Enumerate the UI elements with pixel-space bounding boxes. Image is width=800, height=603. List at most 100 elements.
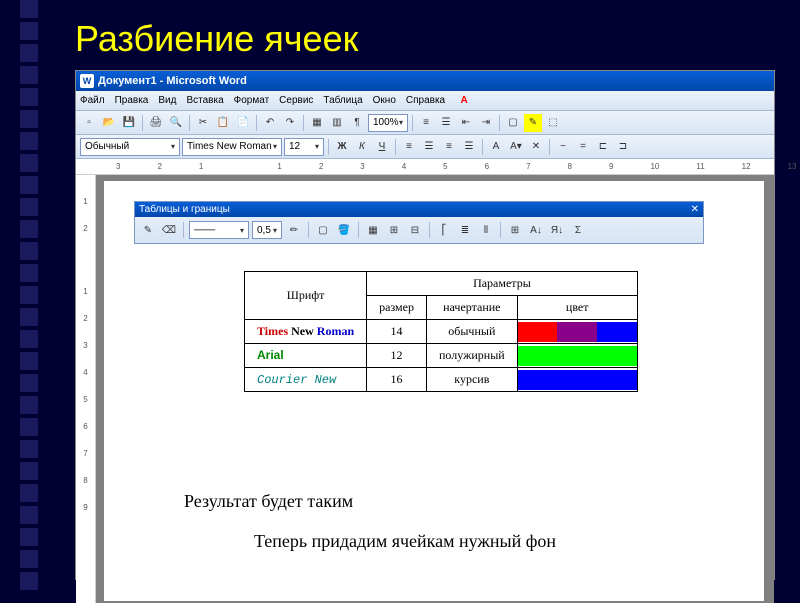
menu-table[interactable]: Таблица: [323, 95, 362, 106]
font-name-courier: Courier New: [257, 373, 336, 387]
close-icon[interactable]: ✕: [691, 204, 699, 215]
menu-format[interactable]: Формат: [234, 95, 270, 106]
header-color: цвет: [517, 296, 637, 320]
paste-icon[interactable]: 📄: [234, 114, 252, 132]
align-center-icon[interactable]: ☰: [420, 138, 438, 156]
cell-color: [517, 320, 637, 344]
font-color-icon[interactable]: A: [455, 92, 473, 110]
style-a2-icon[interactable]: A▾: [507, 138, 525, 156]
distribute-rows-icon[interactable]: ≣: [456, 221, 474, 239]
cell-size: 16: [367, 368, 427, 392]
tool-x-icon[interactable]: ✕: [527, 138, 545, 156]
print-icon[interactable]: 🖨: [147, 114, 165, 132]
list-num-icon[interactable]: ☰: [437, 114, 455, 132]
caption-background: Теперь придадим ячейкам нужный фон: [254, 531, 556, 552]
sort-desc-icon[interactable]: Я↓: [548, 221, 566, 239]
zoom-dropdown[interactable]: 100%: [368, 114, 408, 132]
align-right-icon[interactable]: ≡: [440, 138, 458, 156]
draw-table-icon[interactable]: ✎: [139, 221, 157, 239]
font-name-tnr: Times New Roman: [257, 324, 354, 338]
new-icon[interactable]: ▫: [80, 114, 98, 132]
menu-edit[interactable]: Правка: [115, 95, 149, 106]
distribute-cols-icon[interactable]: ⦀: [477, 221, 495, 239]
borders-icon[interactable]: ▢: [504, 114, 522, 132]
titlebar: W Документ1 - Microsoft Word: [76, 71, 774, 91]
header-font: Шрифт: [245, 272, 367, 320]
fill-color-icon[interactable]: 🪣: [335, 221, 353, 239]
cell-color: [517, 344, 637, 368]
header-size: размер: [367, 296, 427, 320]
word-window: W Документ1 - Microsoft Word Файл Правка…: [75, 70, 775, 580]
sort-asc-icon[interactable]: A↓: [527, 221, 545, 239]
table-icon[interactable]: ▦: [308, 114, 326, 132]
standard-toolbar: ▫ 📂 💾 🖨 🔍 ✂ 📋 📄 ↶ ↷ ▦ ▥ ¶ 100% ≡ ☰ ⇤ ⇥ ▢: [76, 111, 774, 135]
header-style: начертание: [426, 296, 517, 320]
bracket-icon[interactable]: ⊏: [594, 138, 612, 156]
cell-color: [517, 368, 637, 392]
formatting-toolbar: Обычный Times New Roman 12 Ж К Ч ≡ ☰ ≡ ☰…: [76, 135, 774, 159]
menu-file[interactable]: Файл: [80, 95, 105, 106]
redo-icon[interactable]: ↷: [281, 114, 299, 132]
save-icon[interactable]: 💾: [120, 114, 138, 132]
align-justify-icon[interactable]: ☰: [460, 138, 478, 156]
minus-icon[interactable]: −: [554, 138, 572, 156]
indent-inc-icon[interactable]: ⇥: [477, 114, 495, 132]
copy-icon[interactable]: 📋: [214, 114, 232, 132]
style-dropdown[interactable]: Обычный: [80, 138, 180, 156]
show-marks-icon[interactable]: ¶: [348, 114, 366, 132]
autoformat-icon[interactable]: ⊞: [506, 221, 524, 239]
line-style-dropdown[interactable]: ───: [189, 221, 249, 239]
bracket2-icon[interactable]: ⊐: [614, 138, 632, 156]
window-title: Документ1 - Microsoft Word: [98, 75, 247, 87]
open-icon[interactable]: 📂: [100, 114, 118, 132]
menu-help[interactable]: Справка: [406, 95, 445, 106]
font-dropdown[interactable]: Times New Roman: [182, 138, 282, 156]
menubar: Файл Правка Вид Вставка Формат Сервис Та…: [76, 91, 774, 111]
border-outer-icon[interactable]: ▢: [314, 221, 332, 239]
align-tl-icon[interactable]: ⎡: [435, 221, 453, 239]
cell-style: обычный: [426, 320, 517, 344]
columns-icon[interactable]: ▥: [328, 114, 346, 132]
size-dropdown[interactable]: 12: [284, 138, 324, 156]
vertical-ruler: 12123456789: [76, 175, 96, 603]
header-params: Параметры: [367, 272, 638, 296]
pen-color-icon[interactable]: ✏: [285, 221, 303, 239]
menu-insert[interactable]: Вставка: [186, 95, 223, 106]
tables-borders-title: Таблицы и границы: [139, 204, 230, 215]
eraser-icon[interactable]: ⌫: [160, 221, 178, 239]
merge-cells-icon[interactable]: ⊞: [385, 221, 403, 239]
cut-icon[interactable]: ✂: [194, 114, 212, 132]
table-row: Arial 12 полужирный: [245, 344, 638, 368]
cell-size: 12: [367, 344, 427, 368]
bold-icon[interactable]: Ж: [333, 138, 351, 156]
style-a-icon[interactable]: A: [487, 138, 505, 156]
example-table: Шрифт Параметры размер начертание цвет T…: [244, 271, 638, 392]
tables-borders-toolbar[interactable]: Таблицы и границы ✕ ✎ ⌫ ─── 0,5 ✏ ▢ 🪣: [134, 201, 704, 244]
cell-style: курсив: [426, 368, 517, 392]
highlight-icon[interactable]: ✎: [524, 114, 542, 132]
line-width-dropdown[interactable]: 0,5: [252, 221, 282, 239]
caption-result: Результат будет таким: [184, 491, 353, 512]
list-bullet-icon[interactable]: ≡: [417, 114, 435, 132]
menu-tools[interactable]: Сервис: [279, 95, 313, 106]
equals-icon[interactable]: =: [574, 138, 592, 156]
menu-window[interactable]: Окно: [373, 95, 396, 106]
slide-title: Разбиение ячеек: [75, 18, 358, 60]
align-left-icon[interactable]: ≡: [400, 138, 418, 156]
preview-icon[interactable]: 🔍: [167, 114, 185, 132]
indent-dec-icon[interactable]: ⇤: [457, 114, 475, 132]
undo-icon[interactable]: ↶: [261, 114, 279, 132]
document-page: Таблицы и границы ✕ ✎ ⌫ ─── 0,5 ✏ ▢ 🪣: [104, 181, 764, 601]
split-cells-icon[interactable]: ⊟: [406, 221, 424, 239]
cell-style: полужирный: [426, 344, 517, 368]
table-row: Times New Roman 14 обычный: [245, 320, 638, 344]
underline-icon[interactable]: Ч: [373, 138, 391, 156]
misc-icon[interactable]: ⬚: [544, 114, 562, 132]
menu-view[interactable]: Вид: [158, 95, 176, 106]
italic-icon[interactable]: К: [353, 138, 371, 156]
insert-table-icon[interactable]: ▦: [364, 221, 382, 239]
autosum-icon[interactable]: Σ: [569, 221, 587, 239]
document-area: 12123456789 Таблицы и границы ✕ ✎ ⌫ ─── …: [76, 175, 774, 603]
word-icon: W: [80, 74, 94, 88]
cell-size: 14: [367, 320, 427, 344]
